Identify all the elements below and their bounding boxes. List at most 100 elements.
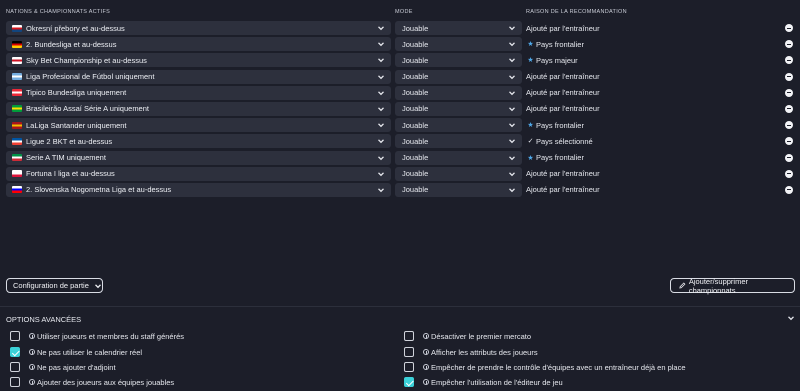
competition-label: Liga Profesional de Fútbol uniquement xyxy=(26,72,155,82)
competition-select[interactable]: LaLiga Santander uniquement xyxy=(6,118,391,133)
reason-cell: ✓ Pays sélectionné xyxy=(526,133,593,149)
add-remove-leagues-button[interactable]: Ajouter/supprimer championnats xyxy=(670,276,795,295)
remove-button[interactable] xyxy=(785,104,793,113)
info-icon xyxy=(423,379,429,385)
competition-select[interactable]: Tipico Bundesliga uniquement xyxy=(6,85,391,100)
divider xyxy=(0,306,800,307)
mode-select[interactable]: Jouable xyxy=(395,150,522,165)
mode-select[interactable]: Jouable xyxy=(395,101,522,116)
remove-button[interactable] xyxy=(785,72,793,81)
competition-row: Sky Bet Championship et au-dessus Jouabl… xyxy=(0,52,800,68)
advanced-option[interactable]: Utiliser joueurs et membres du staff gén… xyxy=(10,330,184,342)
checkbox[interactable] xyxy=(404,377,414,387)
option-label: Empêcher l'utilisation de l'éditeur de j… xyxy=(431,377,563,387)
competition-label: Sky Bet Championship et au-dessus xyxy=(26,55,147,65)
competition-select[interactable]: Liga Profesional de Fútbol uniquement xyxy=(6,69,391,84)
advanced-option[interactable]: Ne pas utiliser le calendrier réel xyxy=(10,346,142,358)
chevron-down-icon xyxy=(378,74,384,79)
checkbox[interactable] xyxy=(404,347,414,357)
mode-label: Jouable xyxy=(402,88,429,98)
competition-label: Tipico Bundesliga uniquement xyxy=(26,88,127,98)
mode-select[interactable]: Jouable xyxy=(395,69,522,84)
reason-label: Pays frontalier xyxy=(536,39,584,49)
advanced-option[interactable]: Empêcher l'utilisation de l'éditeur de j… xyxy=(404,376,563,388)
mode-label: Jouable xyxy=(402,153,429,162)
mode-select[interactable]: Jouable xyxy=(395,166,522,181)
competition-row: Ligue 2 BKT et au-dessus Jouable ✓ Pays s… xyxy=(0,133,800,149)
checkbox[interactable] xyxy=(10,377,20,387)
chevron-down-icon xyxy=(378,58,384,63)
reason-label: Ajouté par l'entraîneur xyxy=(526,185,600,195)
remove-button[interactable] xyxy=(785,185,793,194)
add-remove-label: Ajouter/supprimer championnats xyxy=(688,276,749,295)
reason-cell: ★ Pays frontalier xyxy=(526,150,584,166)
mode-select[interactable]: Jouable xyxy=(395,37,522,52)
competition-select[interactable]: Serie A TIM uniquement xyxy=(6,150,391,165)
flag-icon xyxy=(12,73,22,81)
chevron-down-icon[interactable] xyxy=(787,314,795,322)
mode-select[interactable]: Jouable xyxy=(395,53,522,68)
advanced-option[interactable]: Afficher les attributs des joueurs xyxy=(404,346,538,358)
competition-select[interactable]: Okresní přebory et au-dessus xyxy=(6,21,391,35)
info-icon xyxy=(29,379,35,385)
advanced-option[interactable]: Désactiver le premier mercato xyxy=(404,330,531,342)
competition-row: Brasileirão Assaí Série A uniquement Jou… xyxy=(0,101,800,117)
competition-label: Serie A TIM uniquement xyxy=(26,153,106,162)
checkbox[interactable] xyxy=(10,347,20,357)
pencil-icon xyxy=(679,282,686,289)
competition-label: 2. Bundesliga et au-dessus xyxy=(26,39,117,49)
info-icon xyxy=(29,349,35,355)
option-label: Ne pas ajouter d'adjoint xyxy=(37,362,116,372)
competition-select[interactable]: 2. Bundesliga et au-dessus xyxy=(6,37,391,52)
competition-label: LaLiga Santander uniquement xyxy=(26,120,127,130)
competition-label: 2. Slovenska Nogometna Liga et au-dessus xyxy=(26,185,172,195)
reason-cell: Ajouté par l'entraîneur xyxy=(526,69,600,85)
competition-label: Brasileirão Assaí Série A uniquement xyxy=(26,104,149,114)
reason-cell: Ajouté par l'entraîneur xyxy=(526,85,600,101)
chevron-down-icon xyxy=(378,26,384,31)
game-setup-button[interactable]: Configuration de partie xyxy=(6,278,103,293)
nations-header: NATIONS & CHAMPIONNATS ACTIFS xyxy=(6,9,111,15)
remove-button[interactable] xyxy=(785,121,793,130)
advanced-option[interactable]: Empêcher de prendre le contrôle d'équipe… xyxy=(404,361,686,373)
mode-select[interactable]: Jouable xyxy=(395,85,522,100)
chevron-down-icon xyxy=(378,155,384,160)
star-icon: ★ xyxy=(527,57,534,65)
remove-button[interactable] xyxy=(785,88,793,97)
checkbox[interactable] xyxy=(404,331,414,341)
reason-label: Pays frontalier xyxy=(536,153,584,162)
check-icon: ✓ xyxy=(527,138,534,146)
competition-select[interactable]: Fortuna I liga et au-dessus xyxy=(6,166,391,181)
chevron-down-icon xyxy=(509,172,515,176)
reason-header: RAISON DE LA RECOMMANDATION xyxy=(526,9,627,15)
mode-select[interactable]: Jouable xyxy=(395,182,522,197)
mode-header: MODE xyxy=(395,9,413,15)
advanced-option[interactable]: Ne pas ajouter d'adjoint xyxy=(10,361,116,373)
checkbox[interactable] xyxy=(10,331,20,341)
checkbox[interactable] xyxy=(10,362,20,372)
info-icon xyxy=(29,364,35,370)
remove-button[interactable] xyxy=(785,137,793,146)
competition-row: 2. Bundesliga et au-dessus Jouable ★ Pays… xyxy=(0,36,800,52)
competition-select[interactable]: 2. Slovenska Nogometna Liga et au-dessus xyxy=(6,182,391,197)
checkbox[interactable] xyxy=(404,362,414,372)
mode-label: Jouable xyxy=(402,39,429,49)
chevron-down-icon xyxy=(378,123,384,128)
remove-button[interactable] xyxy=(785,40,793,49)
reason-label: Ajouté par l'entraîneur xyxy=(526,169,600,179)
mode-select[interactable]: Jouable xyxy=(395,134,522,149)
competition-select[interactable]: Sky Bet Championship et au-dessus xyxy=(6,53,391,68)
reason-cell: ★ Pays majeur xyxy=(526,52,577,68)
competition-select[interactable]: Ligue 2 BKT et au-dessus xyxy=(6,134,391,149)
remove-button[interactable] xyxy=(785,56,793,65)
flag-icon xyxy=(12,24,22,32)
remove-button[interactable] xyxy=(785,153,793,162)
remove-button[interactable] xyxy=(785,24,793,32)
remove-button[interactable] xyxy=(785,169,793,178)
mode-select[interactable]: Jouable xyxy=(395,21,522,35)
advanced-option[interactable]: Ajouter des joueurs aux équipes jouables xyxy=(10,376,174,388)
competition-select[interactable]: Brasileirão Assaí Série A uniquement xyxy=(6,101,391,116)
mode-select[interactable]: Jouable xyxy=(395,118,522,133)
chevron-down-icon xyxy=(509,188,515,193)
chevron-down-icon xyxy=(509,58,515,63)
